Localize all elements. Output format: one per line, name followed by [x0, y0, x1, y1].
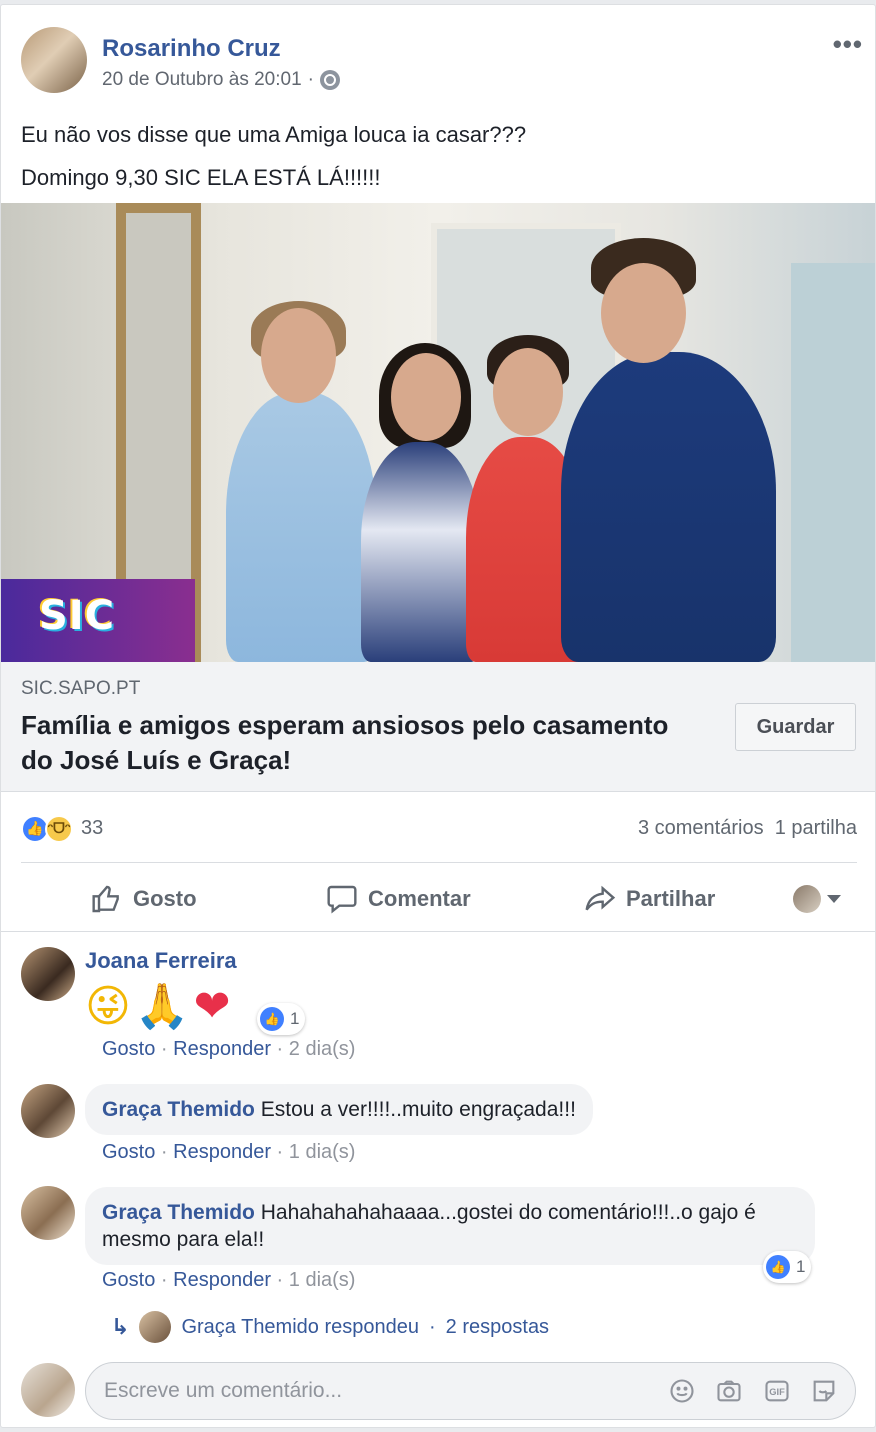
post-meta: 20 de Outubro às 20:01 ·: [102, 69, 340, 91]
action-bar: Gosto Comentar Partilhar: [21, 875, 857, 923]
reply-avatar: [139, 1311, 172, 1343]
comment-actions: Gosto · Responder · 2 dia(s): [102, 1038, 356, 1060]
comment-label: Comentar: [368, 886, 471, 911]
replies-separator: ·: [429, 1315, 436, 1338]
current-user-avatar: [21, 1363, 75, 1417]
audience-selector[interactable]: [793, 875, 841, 923]
image-face: [261, 308, 336, 403]
image-person: [226, 392, 376, 662]
post-card: Rosarinho Cruz 20 de Outubro às 20:01 · …: [0, 4, 876, 1428]
praying-hands-emoji-icon: 🙏: [134, 981, 190, 1032]
replies-author-action: Graça Themido respondeu: [181, 1315, 419, 1338]
comment-reply-link[interactable]: Responder: [173, 1269, 271, 1291]
image-person: [561, 352, 776, 662]
post-text-line: Domingo 9,30 SIC ELA ESTÁ LÁ!!!!!!: [21, 165, 381, 190]
image-face: [391, 353, 461, 441]
sic-logo-text: SIC: [39, 593, 116, 639]
comment-actions: Gosto · Responder · 1 dia(s): [102, 1269, 356, 1291]
divider: [1, 931, 875, 932]
post-timestamp[interactable]: 20 de Outubro às 20:01: [102, 69, 302, 91]
camera-icon[interactable]: [715, 1377, 743, 1405]
comment-bubble: Graça Themido Estou a ver!!!!..muito eng…: [85, 1084, 593, 1135]
divider: [21, 862, 857, 863]
thumbs-up-icon: [92, 885, 119, 913]
shares-count[interactable]: 1 partilha: [775, 817, 857, 839]
comment-button[interactable]: Comentar: [326, 875, 471, 923]
replies-count: 2 respostas: [445, 1315, 550, 1338]
image-side-door: [791, 263, 875, 662]
sticker-icon[interactable]: [810, 1377, 838, 1405]
comment-time[interactable]: 1 dia(s): [289, 1269, 356, 1291]
comment-reaction-count: 1: [796, 1257, 806, 1276]
share-label: Partilhar: [626, 886, 716, 911]
comment-reply-link[interactable]: Responder: [173, 1038, 271, 1060]
post-header: Rosarinho Cruz 20 de Outubro às 20:01 · …: [21, 27, 862, 97]
commenter-avatar[interactable]: [21, 1084, 75, 1138]
image-face: [601, 263, 686, 363]
reaction-count[interactable]: 33: [81, 817, 103, 840]
comment-text: Estou a ver!!!!..muito engraçada!!!: [260, 1098, 576, 1121]
comment-like-link[interactable]: Gosto: [102, 1038, 155, 1060]
globe-icon[interactable]: [319, 70, 340, 90]
speech-bubble-icon: [327, 885, 357, 914]
comment-reactions[interactable]: 👍 1: [257, 1003, 306, 1035]
link-domain: SIC.SAPO.PT: [21, 678, 141, 699]
like-button[interactable]: Gosto: [91, 875, 197, 923]
share-button[interactable]: Partilhar: [584, 875, 715, 923]
view-replies-link[interactable]: ↳ Graça Themido respondeu · 2 respostas: [111, 1310, 549, 1344]
haha-reaction-icon[interactable]: ᵔᗜᵔ: [45, 815, 73, 843]
comments-count[interactable]: 3 comentários: [638, 817, 764, 839]
comment-composer: GIF: [85, 1362, 856, 1420]
emoji-icon[interactable]: [668, 1377, 696, 1405]
post-image[interactable]: SIC: [1, 203, 875, 662]
commenter-avatar[interactable]: [21, 947, 75, 1001]
author-avatar[interactable]: [21, 27, 87, 93]
post-stats: 👍 ᵔᗜᵔ 33 3 comentários 1 partilha: [21, 810, 857, 850]
heart-emoji-icon: ❤: [193, 981, 231, 1032]
comment-reactions[interactable]: 👍 1: [763, 1251, 812, 1283]
commenter-name[interactable]: Joana Ferreira: [85, 948, 237, 974]
image-face: [493, 348, 563, 436]
comment-bubble: Graça Themido Hahahahahahaaaa...gostei d…: [85, 1187, 815, 1265]
comment-like-link[interactable]: Gosto: [102, 1141, 155, 1163]
comment-input[interactable]: [104, 1363, 644, 1419]
image-person: [361, 442, 481, 662]
comment-time[interactable]: 1 dia(s): [289, 1141, 356, 1163]
commenter-name[interactable]: Graça Themido: [102, 1098, 255, 1121]
comment-reply-link[interactable]: Responder: [173, 1141, 271, 1163]
link-preview[interactable]: SIC.SAPO.PT Família e amigos esperam ans…: [1, 662, 875, 792]
profile-avatar: [793, 885, 821, 913]
gif-icon[interactable]: GIF: [763, 1377, 791, 1405]
like-label: Gosto: [133, 886, 197, 911]
save-button[interactable]: Guardar: [735, 703, 856, 751]
meta-separator: ·: [307, 69, 314, 90]
share-arrow-icon: [585, 885, 616, 911]
comment-reaction-count: 1: [290, 1009, 300, 1028]
stats-right: 3 comentários 1 partilha: [638, 817, 857, 840]
like-reaction-icon: 👍: [260, 1007, 284, 1031]
comment-emoji-content: 😜 🙏 ❤: [85, 977, 231, 1037]
post-text-line: Eu não vos disse que uma Amiga louca ia …: [21, 122, 527, 147]
like-reaction-icon: 👍: [766, 1255, 790, 1279]
link-title[interactable]: Família e amigos esperam ansiosos pelo c…: [21, 708, 701, 778]
post-text: Eu não vos disse que uma Amiga louca ia …: [21, 113, 526, 199]
winking-tongue-emoji-icon: 😜: [85, 981, 131, 1032]
commenter-name[interactable]: Graça Themido: [102, 1201, 255, 1224]
sic-logo: SIC: [1, 579, 195, 662]
more-options-icon[interactable]: •••: [833, 29, 863, 60]
reply-arrow-icon: ↳: [111, 1314, 130, 1340]
comment-time[interactable]: 2 dia(s): [289, 1038, 356, 1060]
chevron-down-icon: [827, 895, 841, 903]
commenter-avatar[interactable]: [21, 1186, 75, 1240]
comment-like-link[interactable]: Gosto: [102, 1269, 155, 1291]
svg-text:GIF: GIF: [769, 1387, 785, 1397]
author-name[interactable]: Rosarinho Cruz: [102, 35, 281, 63]
comment-actions: Gosto · Responder · 1 dia(s): [102, 1141, 356, 1163]
